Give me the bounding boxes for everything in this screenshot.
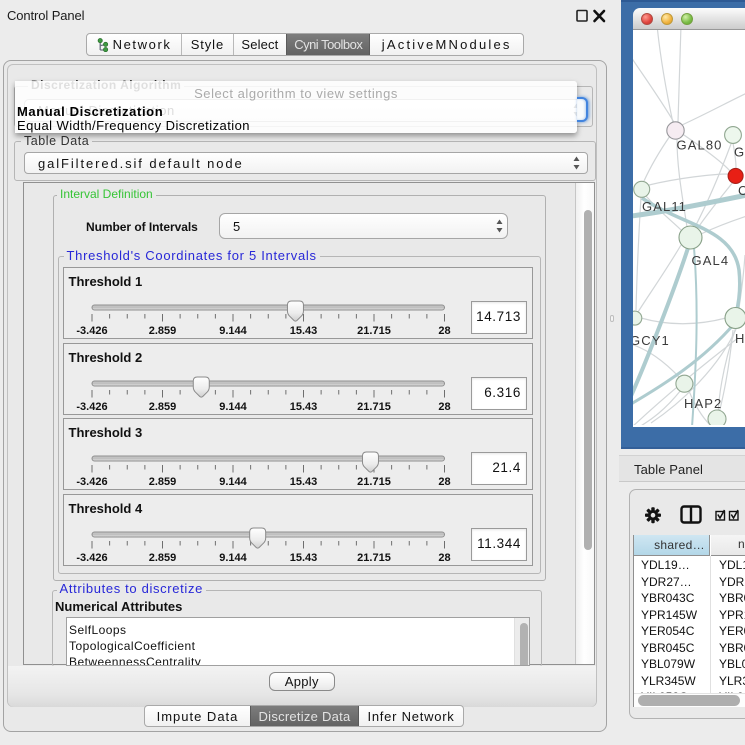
svg-text:9.144: 9.144 [219,401,247,413]
svg-text:-3.426: -3.426 [76,401,107,413]
svg-text:15.43: 15.43 [290,552,318,564]
svg-text:21.715: 21.715 [357,401,391,413]
svg-text:15.43: 15.43 [290,476,318,488]
svg-text:9.144: 9.144 [219,476,247,488]
svg-text:21.715: 21.715 [357,552,391,564]
svg-text:GCY1: GCY1 [633,333,670,348]
svg-text:-3.426: -3.426 [76,325,107,337]
svg-text:2.859: 2.859 [149,401,177,413]
svg-text:28: 28 [438,552,450,564]
svg-text:21.715: 21.715 [357,325,391,337]
svg-text:9.144: 9.144 [219,325,247,337]
svg-text:15.43: 15.43 [290,325,318,337]
svg-text:21.715: 21.715 [357,476,391,488]
svg-text:-3.426: -3.426 [76,552,107,564]
svg-text:2.859: 2.859 [149,476,177,488]
svg-text:-3.426: -3.426 [76,476,107,488]
svg-text:GA: GA [734,144,745,159]
svg-text:C: C [738,183,745,198]
svg-text:2.859: 2.859 [149,325,177,337]
svg-text:HAP2: HAP2 [684,396,722,411]
svg-text:28: 28 [438,325,450,337]
svg-text:HI: HI [735,331,745,346]
svg-text:GAL11: GAL11 [642,199,687,214]
svg-text:28: 28 [438,401,450,413]
svg-text:GAL4: GAL4 [692,253,730,268]
svg-text:9.144: 9.144 [219,552,247,564]
svg-text:28: 28 [438,476,450,488]
svg-text:2.859: 2.859 [149,552,177,564]
svg-text:GAL80: GAL80 [677,137,723,152]
svg-text:15.43: 15.43 [290,401,318,413]
